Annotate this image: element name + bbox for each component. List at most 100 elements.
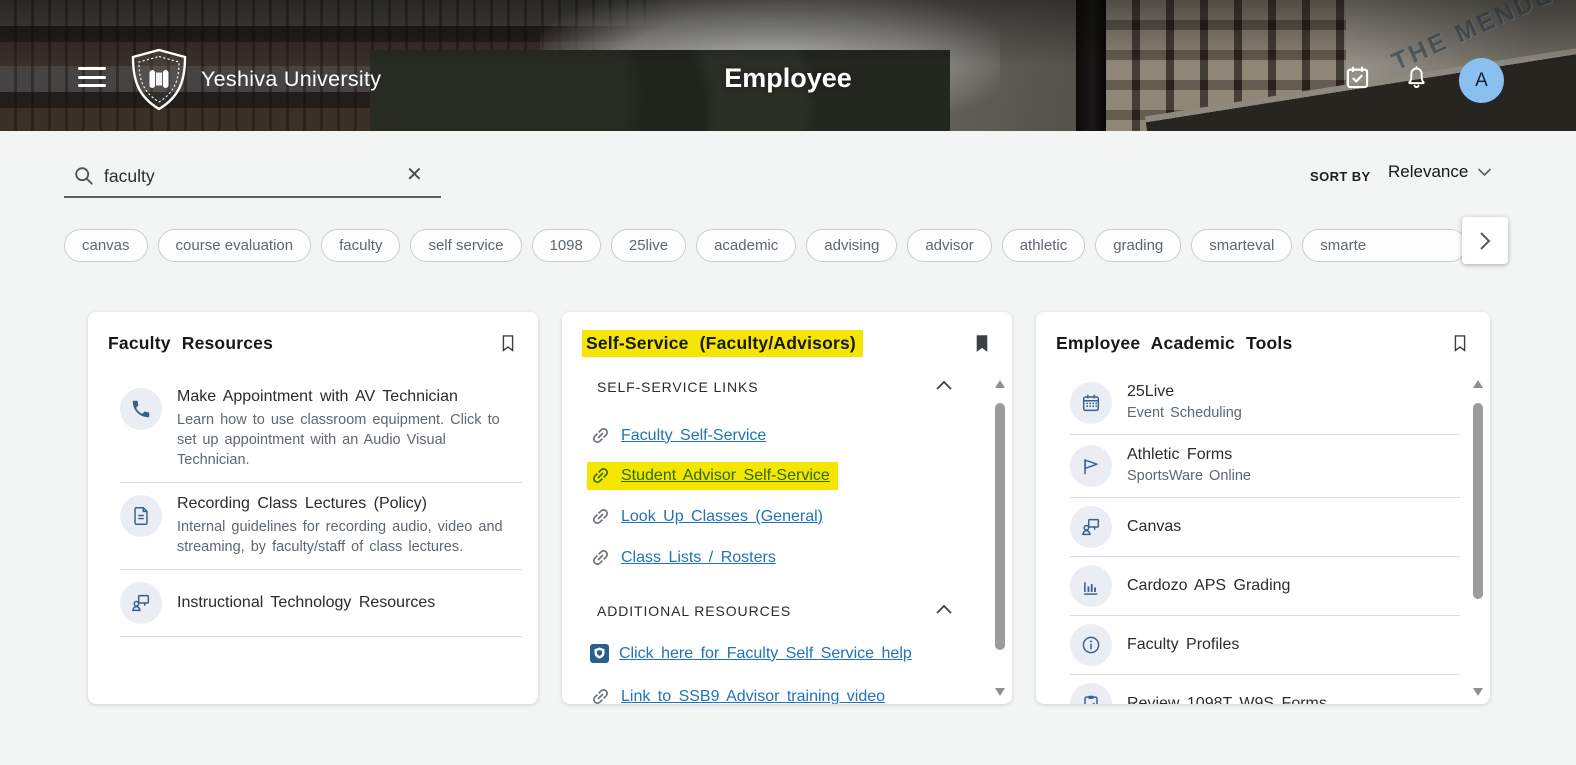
calendar-check-icon[interactable]: [1344, 64, 1371, 96]
scroll-thumb[interactable]: [995, 403, 1005, 650]
link-label: Faculty Self-Service: [621, 427, 766, 445]
chevron-down-icon: [1477, 167, 1492, 177]
list-item-review-1098t-w9s-forms[interactable]: Review 1098T W9S Forms: [1070, 675, 1460, 704]
link-label: Student Advisor Self-Service: [621, 467, 830, 485]
university-name: Yeshiva University: [201, 67, 381, 92]
list-item-recording-policy[interactable]: Recording Class Lectures (Policy) Intern…: [120, 483, 522, 570]
link-faculty-self-service-help[interactable]: Click here for Faculty Self Service help: [590, 644, 912, 663]
scrollbar[interactable]: [992, 378, 1008, 698]
item-title: Athletic Forms: [1127, 446, 1251, 464]
chevron-right-icon: [1479, 231, 1491, 251]
link-label: Class Lists / Rosters: [621, 549, 776, 567]
link-label: Link to SSB9 Advisor training video: [621, 688, 885, 705]
search-input[interactable]: [104, 162, 384, 190]
scroll-up-arrow[interactable]: [995, 380, 1005, 388]
bookmark-icon[interactable]: [498, 331, 518, 360]
card-employee-academic-tools: Employee Academic Tools 25Live Event Sch…: [1036, 312, 1490, 704]
chip-canvas[interactable]: canvas: [64, 229, 148, 262]
yu-shield-icon: [590, 644, 609, 663]
item-description: Internal guidelines for recording audio,…: [177, 517, 522, 557]
scroll-thumb[interactable]: [1473, 403, 1483, 599]
chip-1098[interactable]: 1098: [532, 229, 601, 262]
bell-icon[interactable]: [1403, 64, 1430, 96]
link-label: Look Up Classes (General): [621, 508, 823, 526]
item-title: 25Live: [1127, 383, 1242, 401]
list-item-instructional-tech[interactable]: Instructional Technology Resources: [120, 570, 522, 637]
sort-value: Relevance: [1388, 162, 1468, 182]
item-subtitle: SportsWare Online: [1127, 466, 1251, 486]
bar-chart-icon: [1070, 565, 1112, 607]
link-class-lists-rosters[interactable]: Class Lists / Rosters: [590, 547, 776, 568]
sort-dropdown[interactable]: Relevance: [1388, 162, 1492, 182]
presentation-person-icon: [120, 582, 162, 624]
chip-smarte-truncated[interactable]: smarte: [1302, 229, 1464, 262]
avatar[interactable]: A: [1459, 58, 1504, 103]
item-title: Canvas: [1127, 518, 1181, 536]
presentation-person-icon: [1070, 506, 1112, 548]
item-description: Learn how to use classroom equipment. Cl…: [177, 410, 522, 470]
section-heading: ADDITIONAL RESOURCES: [597, 603, 791, 619]
info-icon: [1070, 624, 1112, 666]
section-heading: SELF-SERVICE LINKS: [597, 379, 758, 395]
link-student-advisor-self-service[interactable]: Student Advisor Self-Service: [587, 462, 838, 490]
link-icon: [590, 547, 611, 568]
chip-advising[interactable]: advising: [806, 229, 897, 262]
bookmark-icon[interactable]: [1450, 331, 1470, 360]
chip-grading[interactable]: grading: [1095, 229, 1181, 262]
list-item-25live[interactable]: 25Live Event Scheduling: [1070, 372, 1460, 435]
phone-icon: [120, 388, 162, 430]
chip-athletic[interactable]: athletic: [1002, 229, 1086, 262]
chip-course-evaluation[interactable]: course evaluation: [158, 229, 312, 262]
item-title: Review 1098T W9S Forms: [1127, 695, 1327, 704]
chip-faculty[interactable]: faculty: [321, 229, 400, 262]
link-icon: [590, 506, 611, 527]
clipboard-check-icon: [1070, 683, 1112, 704]
clear-search-icon[interactable]: ✕: [406, 162, 423, 187]
section-additional-resources: ADDITIONAL RESOURCES: [597, 602, 953, 620]
document-icon: [120, 495, 162, 537]
chips-next-button[interactable]: [1462, 217, 1508, 264]
university-logo[interactable]: [129, 48, 189, 117]
chevron-up-icon[interactable]: [935, 378, 953, 396]
item-title: Recording Class Lectures (Policy): [177, 495, 522, 513]
search-icon: [72, 164, 96, 193]
scroll-down-arrow[interactable]: [1473, 688, 1483, 696]
item-title: Cardozo APS Grading: [1127, 577, 1290, 595]
link-icon: [590, 686, 611, 704]
scroll-up-arrow[interactable]: [1473, 380, 1483, 388]
chip-academic[interactable]: academic: [696, 229, 796, 262]
suggestion-chips-row: canvas course evaluation faculty self se…: [64, 222, 1464, 268]
card-faculty-resources: Faculty Resources Make Appointment with …: [88, 312, 538, 704]
list-item-cardozo-aps-grading[interactable]: Cardozo APS Grading: [1070, 557, 1460, 616]
header-banner: THE MENDE Yeshiva University Employee A: [0, 0, 1576, 131]
chip-self-service[interactable]: self service: [410, 229, 521, 262]
card-self-service-faculty-advisors: Self-Service (Faculty/Advisors) SELF-SER…: [562, 312, 1012, 704]
link-look-up-classes[interactable]: Look Up Classes (General): [590, 506, 823, 527]
link-label: Click here for Faculty Self Service help: [619, 645, 912, 663]
chevron-up-icon[interactable]: [935, 602, 953, 620]
link-faculty-self-service[interactable]: Faculty Self-Service: [590, 425, 766, 446]
chip-smarteval[interactable]: smarteval: [1191, 229, 1292, 262]
link-ssb9-advisor-training-video[interactable]: Link to SSB9 Advisor training video: [590, 686, 885, 704]
list-item-canvas[interactable]: Canvas: [1070, 498, 1460, 557]
search-underline: [64, 196, 441, 198]
sort-by-label: SORT BY: [1310, 169, 1371, 184]
card-title: Employee Academic Tools: [1056, 333, 1292, 354]
list-item-athletic-forms[interactable]: Athletic Forms SportsWare Online: [1070, 435, 1460, 498]
list-item-faculty-profiles[interactable]: Faculty Profiles: [1070, 616, 1460, 675]
list-item-av-technician[interactable]: Make Appointment with AV Technician Lear…: [120, 376, 522, 483]
section-self-service-links: SELF-SERVICE LINKS: [597, 378, 953, 396]
item-title: Instructional Technology Resources: [177, 594, 435, 612]
chip-25live[interactable]: 25live: [611, 229, 686, 262]
link-icon: [590, 425, 611, 446]
item-title: Make Appointment with AV Technician: [177, 388, 522, 406]
scroll-down-arrow[interactable]: [995, 688, 1005, 696]
hamburger-menu-icon[interactable]: [78, 67, 106, 88]
card-title: Faculty Resources: [108, 333, 273, 354]
calendar-icon: [1070, 382, 1112, 424]
item-subtitle: Event Scheduling: [1127, 403, 1242, 423]
avatar-initial: A: [1475, 70, 1488, 92]
chip-advisor[interactable]: advisor: [907, 229, 991, 262]
link-icon: [590, 465, 611, 486]
scrollbar[interactable]: [1470, 378, 1486, 698]
